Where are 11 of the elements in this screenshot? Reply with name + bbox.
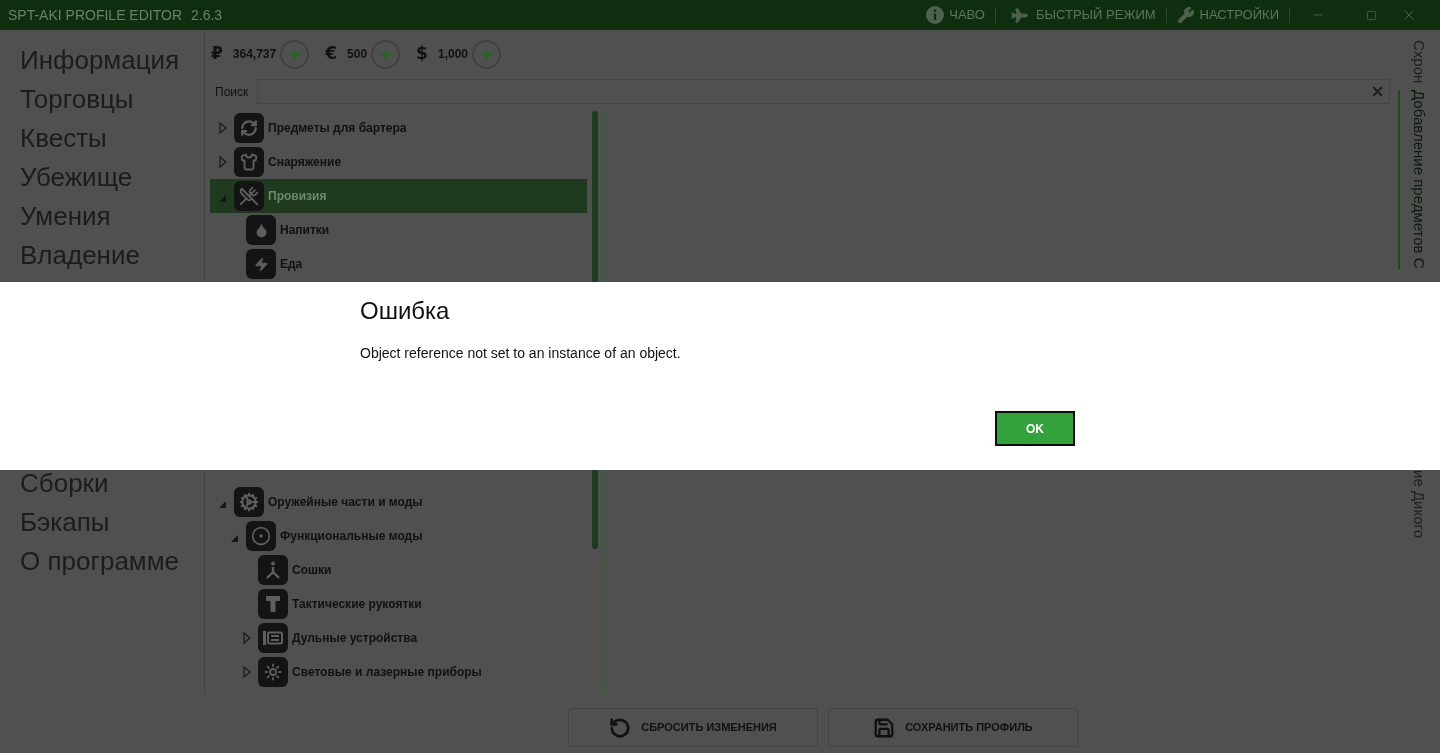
- currency-amount: 500: [347, 46, 368, 63]
- currency-amount: 1,000: [437, 46, 468, 63]
- dialog-message: Object reference not set to an instance of an object.: [360, 344, 681, 363]
- version-label: 2.6.3: [191, 5, 223, 25]
- currency-symbol: €: [325, 42, 338, 66]
- currency-amount: 364,737: [232, 46, 277, 63]
- dialog-title: Ошибка: [360, 296, 450, 326]
- window-title: SPT-AKI PROFILE EDITOR: [8, 5, 182, 25]
- search-label: Поиск: [215, 83, 249, 101]
- currency-symbol: $: [416, 42, 428, 66]
- currency-symbol: ₽: [211, 42, 223, 66]
